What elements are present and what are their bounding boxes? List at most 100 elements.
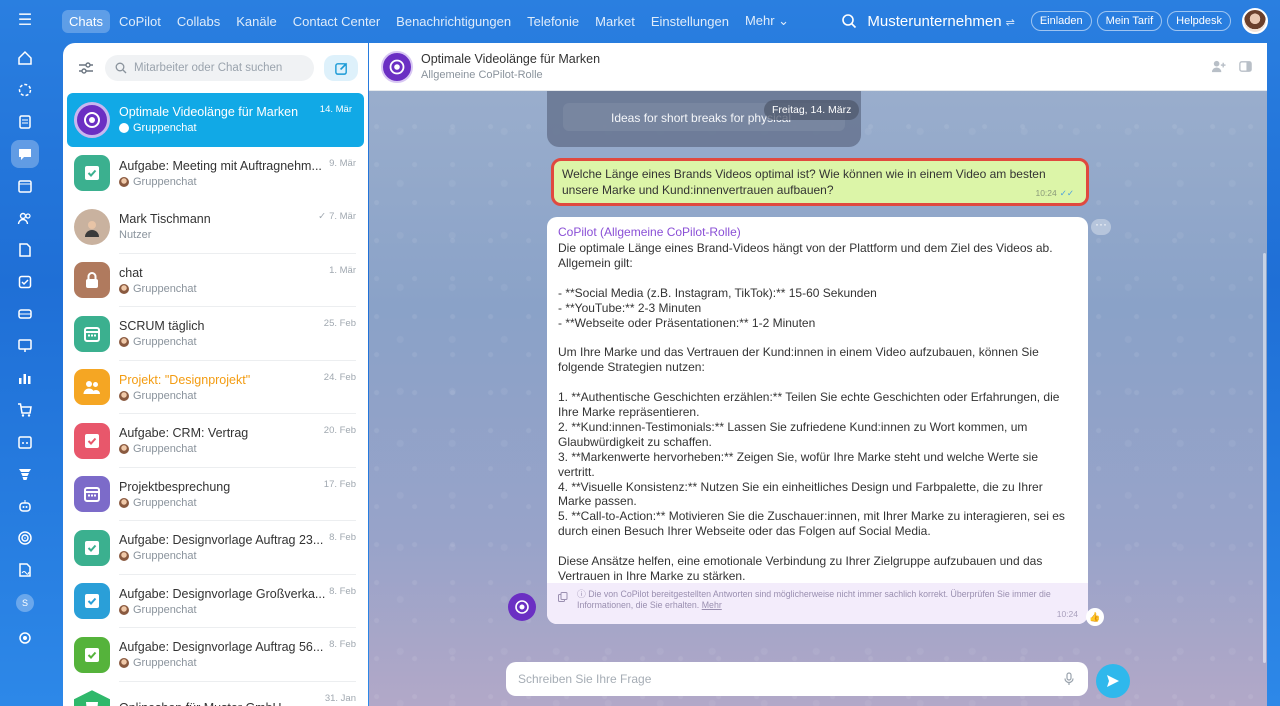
calendar-icon: [74, 476, 110, 513]
chat-list-item[interactable]: Aufgabe: Meeting mit Auftragnehm... Grupp…: [63, 147, 368, 201]
chat-subtitle: Gruppenchat: [133, 550, 197, 563]
message-input-bar: [506, 662, 1088, 696]
tasks-icon[interactable]: [11, 268, 39, 296]
check-icon: ✓: [318, 211, 327, 222]
target-icon[interactable]: [11, 524, 39, 552]
home-icon[interactable]: [11, 44, 39, 72]
top-button-0[interactable]: Einladen: [1030, 11, 1092, 31]
task-icon: [74, 155, 110, 192]
filter-icon[interactable]: [77, 59, 95, 77]
sidebar-toggle-icon[interactable]: [1238, 59, 1253, 74]
ai-disclaimer: ⓘ Die von CoPilot bereitgestellten Antwo…: [547, 583, 1088, 624]
funnel-icon[interactable]: [11, 460, 39, 488]
user-message-text: Welche Länge eines Brands Videos optimal…: [562, 167, 1046, 197]
chat-date: 20. Feb: [323, 425, 356, 436]
user-message[interactable]: Welche Länge eines Brands Videos optimal…: [551, 158, 1089, 206]
top-button-1[interactable]: Mein Tarif: [1096, 11, 1163, 31]
chat-list-item[interactable]: Projektbesprechung Gruppenchat 17. Feb: [63, 468, 368, 521]
bot-message[interactable]: CoPilot (Allgemeine CoPilot-Rolle) Die o…: [547, 217, 1088, 624]
scrollbar[interactable]: [1263, 253, 1266, 663]
lock-icon: [74, 262, 110, 299]
signature-icon[interactable]: [11, 556, 39, 584]
chat-date: 8. Feb: [329, 532, 356, 543]
chat-list-item[interactable]: Projekt: "Designprojekt" Gruppenchat 24. F…: [63, 361, 368, 414]
chat-list-item[interactable]: Optimale Videolänge für Marken Gruppencha…: [67, 93, 364, 147]
new-chat-button[interactable]: [324, 55, 358, 81]
chat-list-item[interactable]: Aufgabe: Designvorlage Großverka... Grupp…: [63, 575, 368, 628]
chat-subtitle: Gruppenchat: [133, 122, 197, 135]
tab-7[interactable]: Market: [588, 10, 642, 33]
user-avatar[interactable]: [1242, 8, 1268, 34]
disclaimer-more-link[interactable]: Mehr: [702, 600, 722, 610]
bot-message-text: Die optimale Länge eines Brand-Videos hä…: [558, 241, 1065, 583]
read-check-icon: ✓✓: [1059, 188, 1074, 198]
send-button[interactable]: [1096, 664, 1130, 698]
chat-list-item[interactable]: Aufgabe: Designvorlage Auftrag 23... Grup…: [63, 521, 368, 575]
message-menu-icon[interactable]: ···: [1091, 218, 1111, 235]
chat-list-item[interactable]: Mark Tischmann Nutzer ✓ 7. Mär: [63, 200, 368, 254]
rail-user-badge[interactable]: S: [16, 594, 34, 612]
tab-3[interactable]: Kanäle: [229, 10, 283, 33]
left-rail: ☰ S: [0, 0, 50, 706]
copy-icon[interactable]: [558, 592, 568, 602]
copilot-icon[interactable]: [11, 76, 39, 104]
add-user-icon[interactable]: [1211, 59, 1226, 74]
chat-title: Aufgabe: CRM: Vertrag: [119, 426, 249, 441]
top-nav: Chats CoPilot Collabs Kanäle Contact Center B…: [62, 8, 798, 34]
chat-date: 14. Mär: [319, 104, 352, 115]
chat-list-item[interactable]: Onlineshop für Muster GmbH31. Jan: [63, 682, 368, 706]
chat-date: 17. Feb: [323, 478, 356, 490]
tab-8[interactable]: Einstellungen: [644, 10, 736, 33]
date-divider: Freitag, 14. März: [764, 100, 860, 120]
settings-icon[interactable]: [11, 624, 39, 652]
disclaimer-text: ⓘ Die von CoPilot bereitgestellten Antwo…: [577, 589, 1051, 610]
chat-list-item[interactable]: Aufgabe: CRM: Vertrag Gruppenchat 20. Feb: [63, 414, 368, 468]
analytics-icon[interactable]: [11, 364, 39, 392]
shop-icon[interactable]: [11, 396, 39, 424]
booking-icon[interactable]: [11, 428, 39, 456]
chat-list: Optimale Videolänge für Marken Gruppencha…: [63, 93, 368, 706]
tab-0[interactable]: Chats: [62, 9, 110, 33]
robot-icon[interactable]: [11, 492, 39, 520]
chat-title: Projekt: "Designprojekt": [119, 372, 251, 387]
chat-subtitle: Gruppenchat: [133, 282, 197, 295]
chat-icon[interactable]: [11, 140, 39, 168]
chat-list-item[interactable]: Aufgabe: Designvorlage Auftrag 56... Grup…: [63, 628, 368, 682]
avatar: [119, 604, 129, 615]
feed-icon[interactable]: [11, 108, 39, 136]
chat-list-item[interactable]: SCRUM täglich Gruppenchat 25. Feb: [63, 307, 368, 361]
chat-list-item[interactable]: chat Gruppenchat 1. Mär: [63, 254, 368, 307]
chat-title: Aufgabe: Designvorlage Auftrag 23...: [119, 533, 324, 548]
tab-9[interactable]: Mehr ⌄: [738, 9, 796, 33]
calendar-icon[interactable]: [11, 172, 39, 200]
tab-5[interactable]: Benachrichtigungen: [389, 10, 518, 33]
tab-1[interactable]: CoPilot: [112, 10, 168, 33]
microphone-icon[interactable]: [1062, 672, 1076, 686]
menu-icon[interactable]: ☰: [11, 12, 39, 30]
bot-name: CoPilot (Allgemeine CoPilot-Rolle): [558, 225, 741, 239]
chat-date: 8. Feb: [329, 639, 356, 650]
docs-icon[interactable]: [11, 236, 39, 264]
search-icon: [115, 62, 127, 74]
avatar: [119, 444, 129, 455]
chat-avatar[interactable]: [381, 50, 413, 83]
contacts-icon[interactable]: [11, 204, 39, 232]
chat-subtitle: Gruppenchat: [133, 175, 197, 188]
top-button-2[interactable]: Helpdesk: [1167, 11, 1231, 31]
chat-subtitle: Nutzer: [119, 229, 152, 242]
chat-title: Aufgabe: Designvorlage Auftrag 56...: [119, 640, 324, 655]
chat-search-input[interactable]: Mitarbeiter oder Chat suchen: [105, 55, 314, 81]
tab-6[interactable]: Telefonie: [520, 10, 586, 33]
company-name[interactable]: Musterunternehmen ⇌: [867, 13, 1014, 30]
like-icon[interactable]: 👍: [1086, 608, 1104, 626]
presentation-icon[interactable]: [11, 332, 39, 360]
copilot-icon: [389, 59, 405, 74]
chat-title[interactable]: Optimale Videolänge für Marken: [421, 52, 600, 66]
task-icon: [74, 583, 110, 620]
tab-4[interactable]: Contact Center: [286, 10, 387, 33]
chat-subtitle: Gruppenchat: [133, 657, 197, 670]
search-icon[interactable]: [841, 13, 857, 29]
crm-icon[interactable]: [11, 300, 39, 328]
tab-2[interactable]: Collabs: [170, 10, 227, 33]
message-input[interactable]: [518, 672, 1062, 686]
